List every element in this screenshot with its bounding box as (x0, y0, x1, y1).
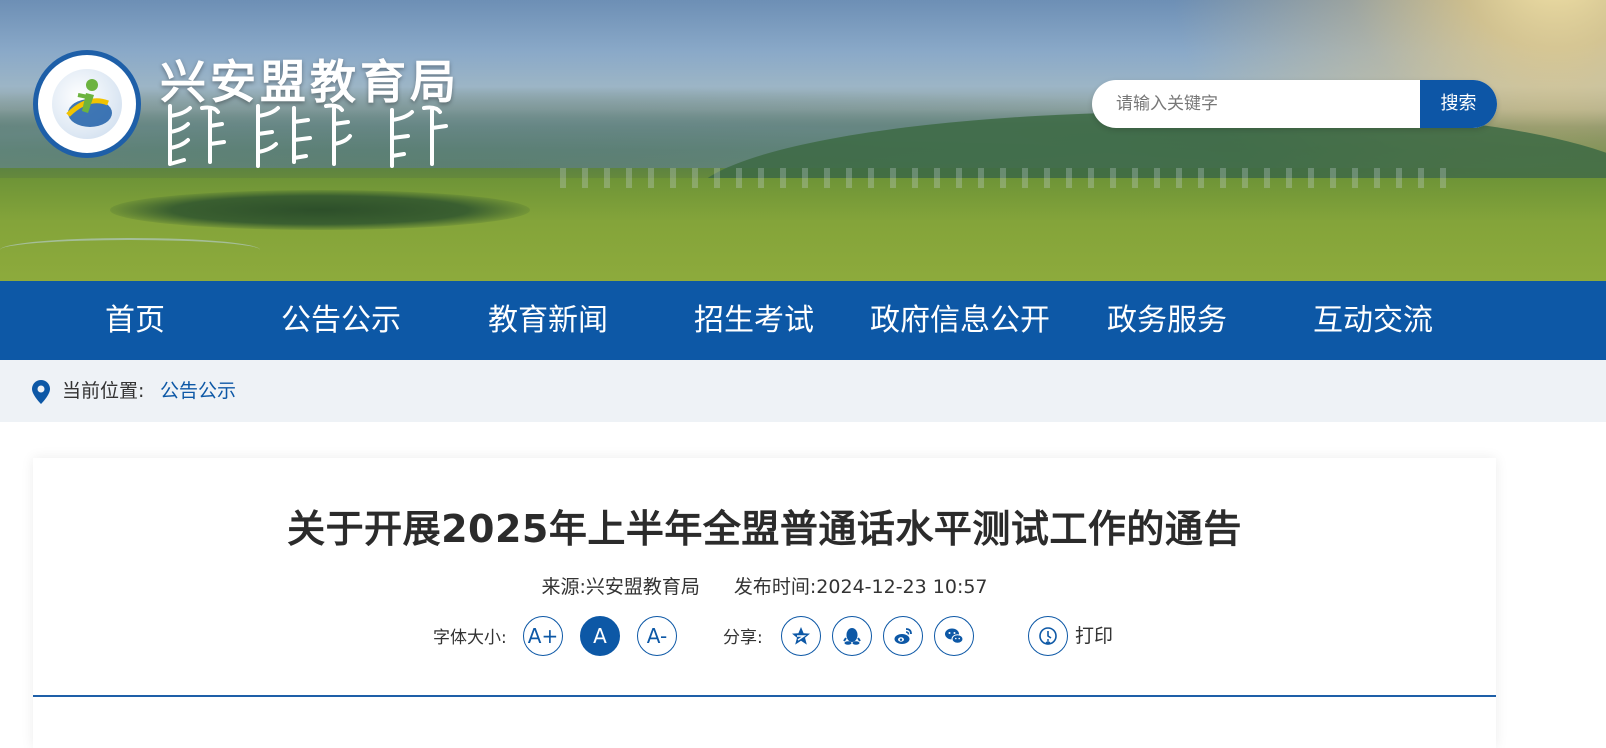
breadcrumb-label: 当前位置: (62, 380, 145, 402)
nav-item-gov-info[interactable]: 政府信息公开 (857, 281, 1063, 360)
article-publish-time: 发布时间:2024-12-23 10:57 (733, 576, 988, 598)
location-pin-icon (32, 380, 50, 404)
qq-penguin-icon (843, 628, 861, 645)
main-nav: 首页 公告公示 教育新闻 招生考试 政府信息公开 政务服务 互动交流 (0, 281, 1606, 360)
share-wechat-button[interactable] (934, 616, 974, 656)
weibo-icon (894, 628, 912, 644)
share-weibo-button[interactable] (883, 616, 923, 656)
article-source: 来源:兴安盟教育局 (541, 576, 700, 598)
wechat-icon (945, 628, 964, 644)
print-button[interactable] (1028, 616, 1068, 656)
nav-item-home[interactable]: 首页 (32, 281, 238, 360)
search-button[interactable]: 搜索 (1420, 80, 1497, 128)
site-header: 兴安盟教育局 搜索 (0, 0, 1606, 288)
nav-item-admissions[interactable]: 招生考试 (651, 281, 857, 360)
search-box: 搜索 (1092, 80, 1497, 128)
logo-figure-icon (66, 79, 112, 127)
qzone-star-icon (792, 627, 810, 645)
print-label[interactable]: 打印 (1075, 616, 1113, 656)
article-meta: 来源:兴安盟教育局 发布时间:2024-12-23 10:57 (33, 572, 1496, 599)
article-card: 关于开展2025年上半年全盟普通话水平测试工作的通告 来源:兴安盟教育局 发布时… (33, 458, 1496, 748)
font-size-label: 字体大小: (433, 628, 507, 648)
article-divider (33, 695, 1496, 697)
share-label: 分享: (723, 628, 763, 648)
mongolian-script-logotype (168, 103, 448, 168)
article-tools: 字体大小: A+ A A- 分享: 打印 (33, 616, 1496, 660)
font-decrease-button[interactable]: A- (637, 616, 677, 656)
font-default-button[interactable]: A (580, 616, 620, 656)
font-increase-button[interactable]: A+ (523, 616, 563, 656)
breadcrumb-current-link[interactable]: 公告公示 (160, 360, 236, 422)
nav-item-services[interactable]: 政务服务 (1064, 281, 1270, 360)
share-qzone-button[interactable] (781, 616, 821, 656)
search-input[interactable] (1092, 80, 1420, 128)
banner-stream (0, 238, 260, 262)
print-clock-icon (1039, 627, 1057, 645)
nav-item-edu-news[interactable]: 教育新闻 (445, 281, 651, 360)
site-logo[interactable] (33, 50, 141, 158)
nav-item-interaction[interactable]: 互动交流 (1270, 281, 1476, 360)
banner-treeline (110, 190, 530, 230)
nav-item-notices[interactable]: 公告公示 (238, 281, 444, 360)
banner-village (560, 168, 1460, 188)
breadcrumb: 当前位置: 公告公示 (0, 360, 1606, 422)
share-qq-button[interactable] (832, 616, 872, 656)
article-title: 关于开展2025年上半年全盟普通话水平测试工作的通告 (287, 507, 1242, 551)
